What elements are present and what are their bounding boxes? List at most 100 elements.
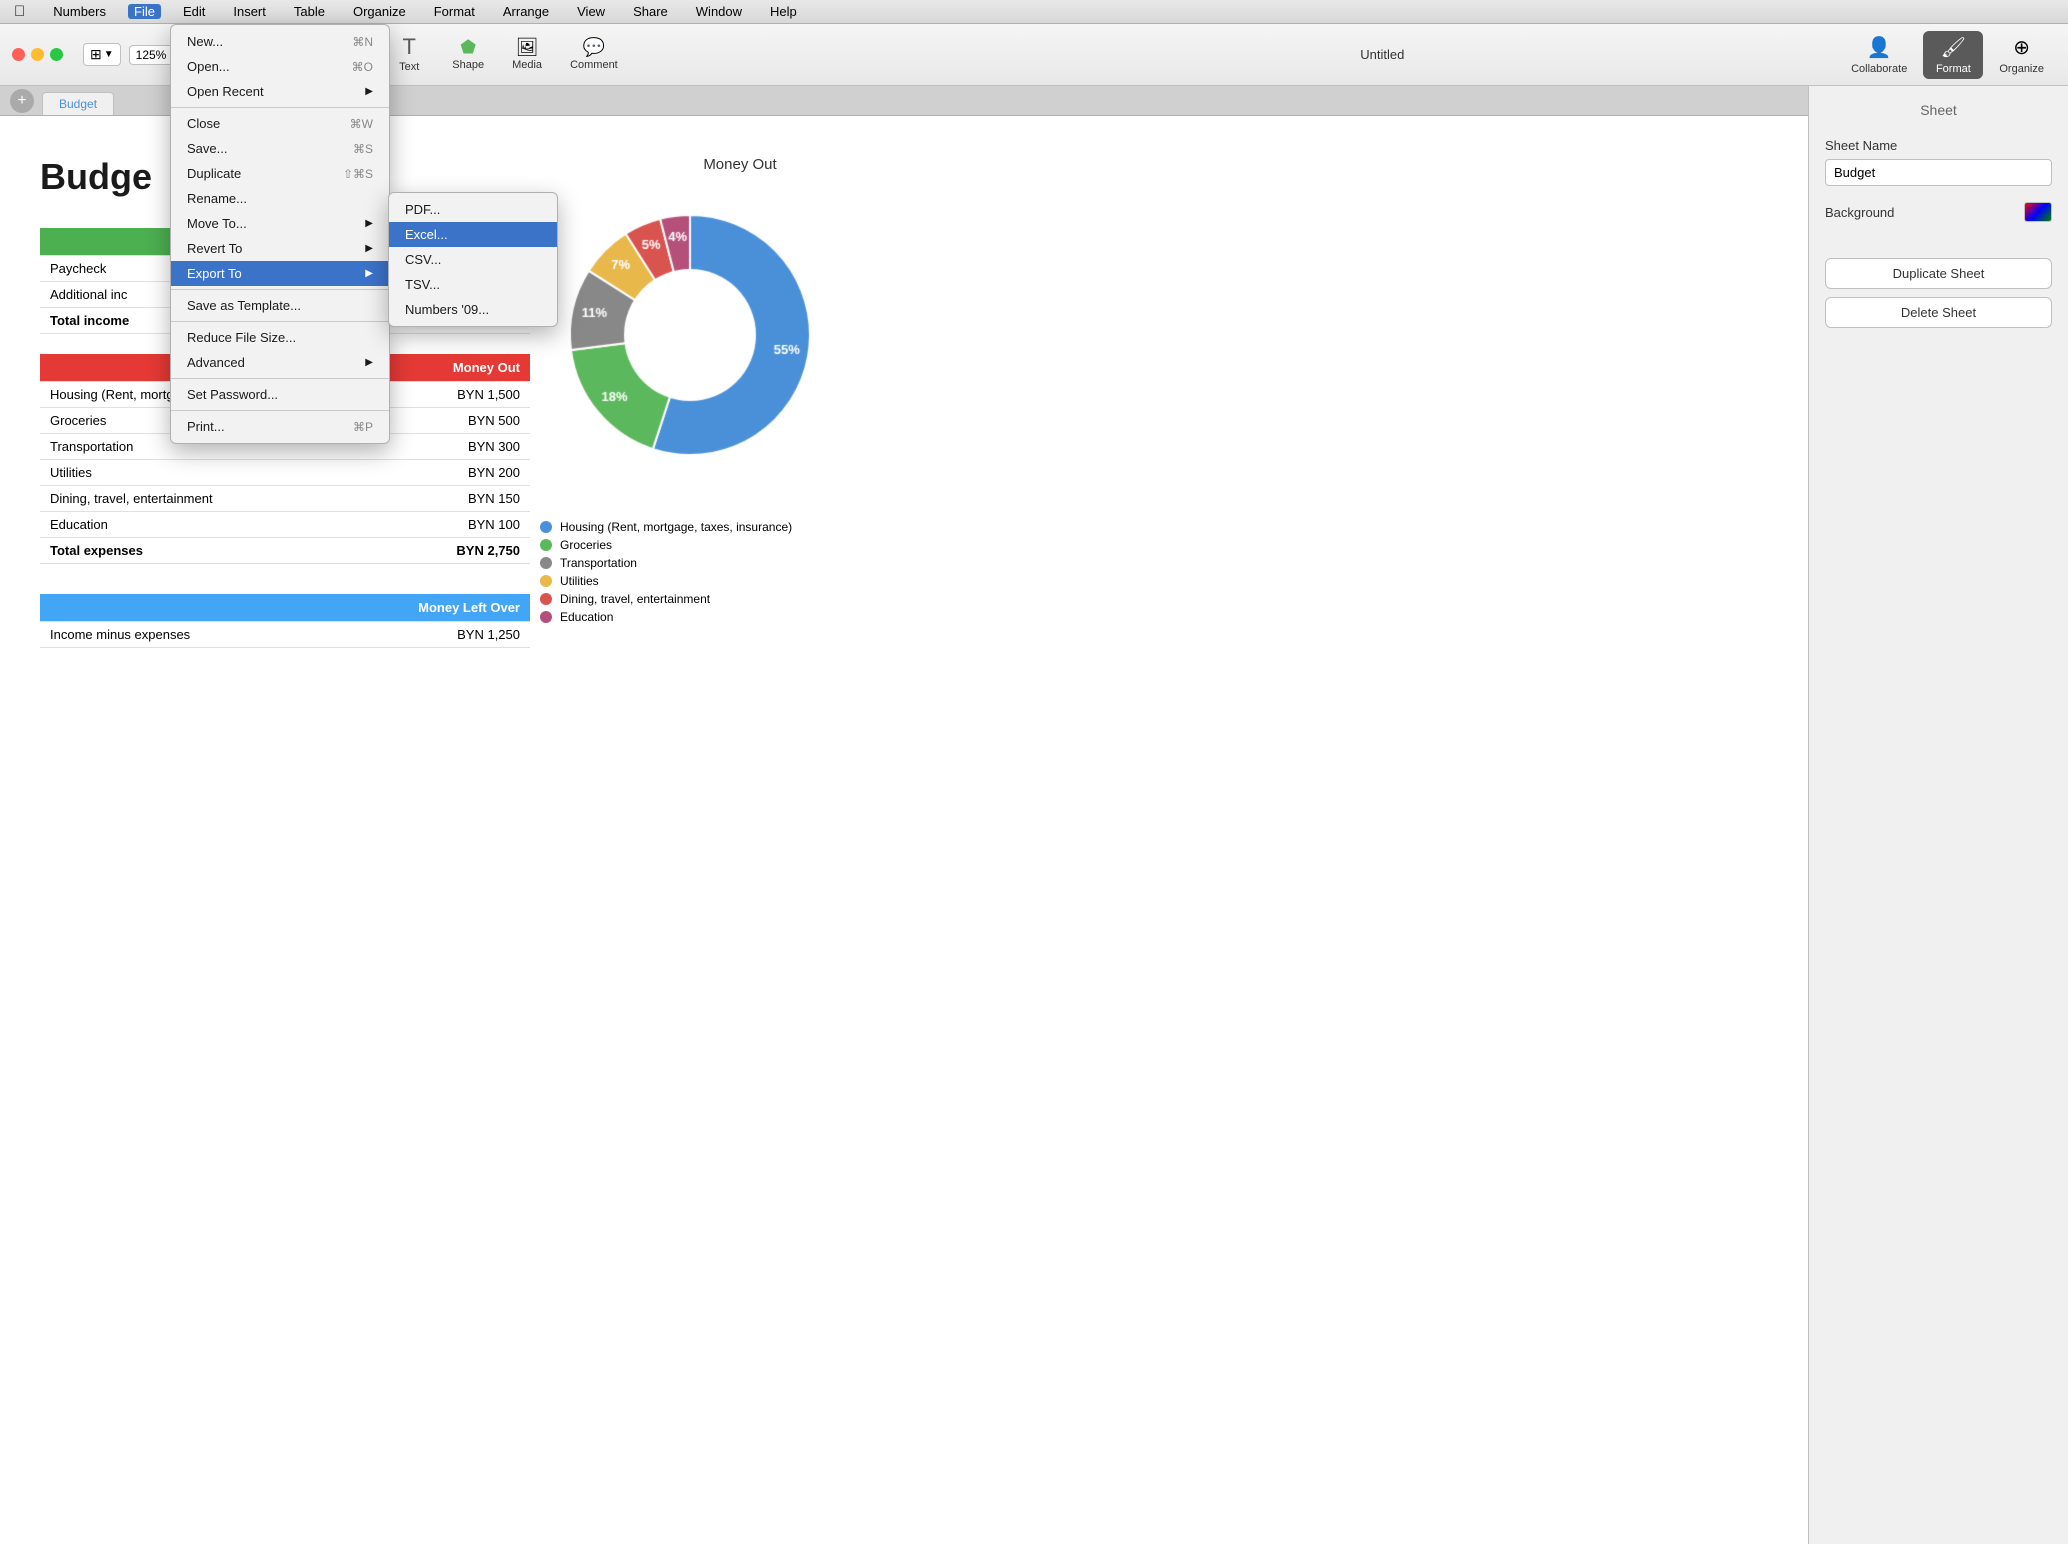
menu-duplicate[interactable]: Duplicate ⇧⌘S [171, 161, 389, 186]
background-row: Background [1825, 202, 2052, 222]
dining-legend-label: Dining, travel, entertainment [560, 592, 710, 606]
menu-save-template-label: Save as Template... [187, 298, 301, 313]
delete-sheet-button[interactable]: Delete Sheet [1825, 297, 2052, 328]
organize-icon: ⊕ [2013, 35, 2030, 60]
groceries-value: BYN 500 [415, 408, 530, 434]
education-legend-label: Education [560, 610, 613, 624]
sheet-name-input[interactable] [1825, 159, 2052, 186]
right-panel: Sheet Sheet Name Background Duplicate Sh… [1808, 86, 2068, 1544]
media-button[interactable]: 🖼 Media [502, 34, 552, 75]
text-icon: T [403, 36, 416, 58]
transportation-legend-label: Transportation [560, 556, 637, 570]
menubar-insert[interactable]: Insert [227, 4, 272, 19]
organize-button[interactable]: ⊕ Organize [1987, 31, 2056, 79]
export-numbers09[interactable]: Numbers '09... [389, 297, 557, 322]
donut-legend: Housing (Rent, mortgage, taxes, insuranc… [520, 520, 960, 624]
menu-new[interactable]: New... ⌘N [171, 29, 389, 54]
panel-title: Sheet [1825, 102, 2052, 118]
format-button[interactable]: 🖌 Format [1923, 31, 1983, 79]
file-dropdown-menu: New... ⌘N Open... ⌘O Open Recent ▶ Close… [170, 24, 390, 444]
legend-dining: Dining, travel, entertainment [540, 592, 960, 606]
education-label: Education [40, 512, 415, 538]
export-excel[interactable]: Excel... [389, 222, 557, 247]
shape-button[interactable]: ⬟ Shape [442, 34, 494, 75]
advanced-arrow: ▶ [365, 357, 373, 368]
menu-sep-5 [171, 410, 389, 411]
add-sheet-button[interactable]: + [10, 89, 34, 113]
menu-advanced[interactable]: Advanced ▶ [171, 350, 389, 375]
open-recent-arrow: ▶ [365, 86, 373, 97]
legend-utilities: Utilities [540, 574, 960, 588]
table-row: Income minus expenses BYN 1,250 [40, 622, 530, 648]
legend-education: Education [540, 610, 960, 624]
housing-legend-dot [540, 521, 552, 533]
menubar-edit[interactable]: Edit [177, 4, 211, 19]
utilities-legend-label: Utilities [560, 574, 599, 588]
view-selector[interactable]: ⊞ ▼ [83, 43, 121, 66]
menu-open-label: Open... [187, 59, 230, 74]
menu-sep-1 [171, 107, 389, 108]
money-left-table: Money Left Over Income minus expenses BY… [40, 594, 530, 648]
collaborate-label: Collaborate [1851, 63, 1907, 75]
table-row: Education BYN 100 [40, 512, 530, 538]
toolbar-left: ⊞ ▼ 125% ▼ ⊞ Insert ▦ Table 📊 Chart T Te… [12, 32, 926, 77]
menu-open-recent[interactable]: Open Recent ▶ [171, 79, 389, 104]
menu-close-shortcut: ⌘W [350, 117, 373, 131]
transportation-value: BYN 300 [415, 434, 530, 460]
menu-rename-label: Rename... [187, 191, 247, 206]
background-color-swatch[interactable] [2024, 202, 2052, 222]
menu-open-recent-label: Open Recent [187, 84, 264, 99]
menubar-table[interactable]: Table [288, 4, 331, 19]
menubar-format[interactable]: Format [428, 4, 481, 19]
export-tsv-label: TSV... [405, 277, 440, 292]
menubar-numbers[interactable]: Numbers [47, 4, 112, 19]
menu-print[interactable]: Print... ⌘P [171, 414, 389, 439]
education-legend-dot [540, 611, 552, 623]
chart-title: Money Out [520, 156, 960, 173]
menu-rename[interactable]: Rename... [171, 186, 389, 211]
menubar-window[interactable]: Window [690, 4, 748, 19]
text-button[interactable]: T Text [384, 32, 434, 77]
menu-reduce-file[interactable]: Reduce File Size... [171, 325, 389, 350]
menu-save[interactable]: Save... ⌘S [171, 136, 389, 161]
menu-duplicate-shortcut: ⇧⌘S [343, 167, 373, 181]
menu-open[interactable]: Open... ⌘O [171, 54, 389, 79]
menubar-organize[interactable]: Organize [347, 4, 412, 19]
dining-label: Dining, travel, entertainment [40, 486, 415, 512]
menubar-arrange[interactable]: Arrange [497, 4, 555, 19]
export-pdf-label: PDF... [405, 202, 440, 217]
menubar-file[interactable]: File [128, 4, 161, 19]
menu-sep-2 [171, 289, 389, 290]
menu-set-password[interactable]: Set Password... [171, 382, 389, 407]
export-tsv[interactable]: TSV... [389, 272, 557, 297]
export-pdf[interactable]: PDF... [389, 197, 557, 222]
media-label: Media [512, 59, 542, 71]
duplicate-sheet-button[interactable]: Duplicate Sheet [1825, 258, 2052, 289]
total-expenses-value: BYN 2,750 [415, 538, 530, 564]
income-minus-expenses-label: Income minus expenses [40, 622, 363, 648]
menu-new-label: New... [187, 34, 223, 49]
income-minus-expenses-value: BYN 1,250 [363, 622, 530, 648]
menubar-help[interactable]: Help [764, 4, 803, 19]
budget-tab[interactable]: Budget [42, 92, 114, 115]
menubar-share[interactable]: Share [627, 4, 674, 19]
export-csv[interactable]: CSV... [389, 247, 557, 272]
menu-close[interactable]: Close ⌘W [171, 111, 389, 136]
apple-menu[interactable]:  [8, 3, 31, 20]
menu-save-template[interactable]: Save as Template... [171, 293, 389, 318]
menu-export-to[interactable]: Export To ▶ [171, 261, 389, 286]
organize-label: Organize [1999, 63, 2044, 75]
menu-revert-to[interactable]: Revert To ▶ [171, 236, 389, 261]
minimize-window-btn[interactable] [31, 48, 44, 61]
close-window-btn[interactable] [12, 48, 25, 61]
maximize-window-btn[interactable] [50, 48, 63, 61]
background-label: Background [1825, 205, 1894, 220]
collaborate-button[interactable]: 👤 Collaborate [1839, 31, 1919, 79]
legend-transportation: Transportation [540, 556, 960, 570]
menu-move-to[interactable]: Move To... ▶ [171, 211, 389, 236]
menu-print-shortcut: ⌘P [353, 420, 373, 434]
comment-button[interactable]: 💬 Comment [560, 34, 628, 75]
utilities-label: Utilities [40, 460, 415, 486]
menubar-view[interactable]: View [571, 4, 611, 19]
legend-groceries: Groceries [540, 538, 960, 552]
